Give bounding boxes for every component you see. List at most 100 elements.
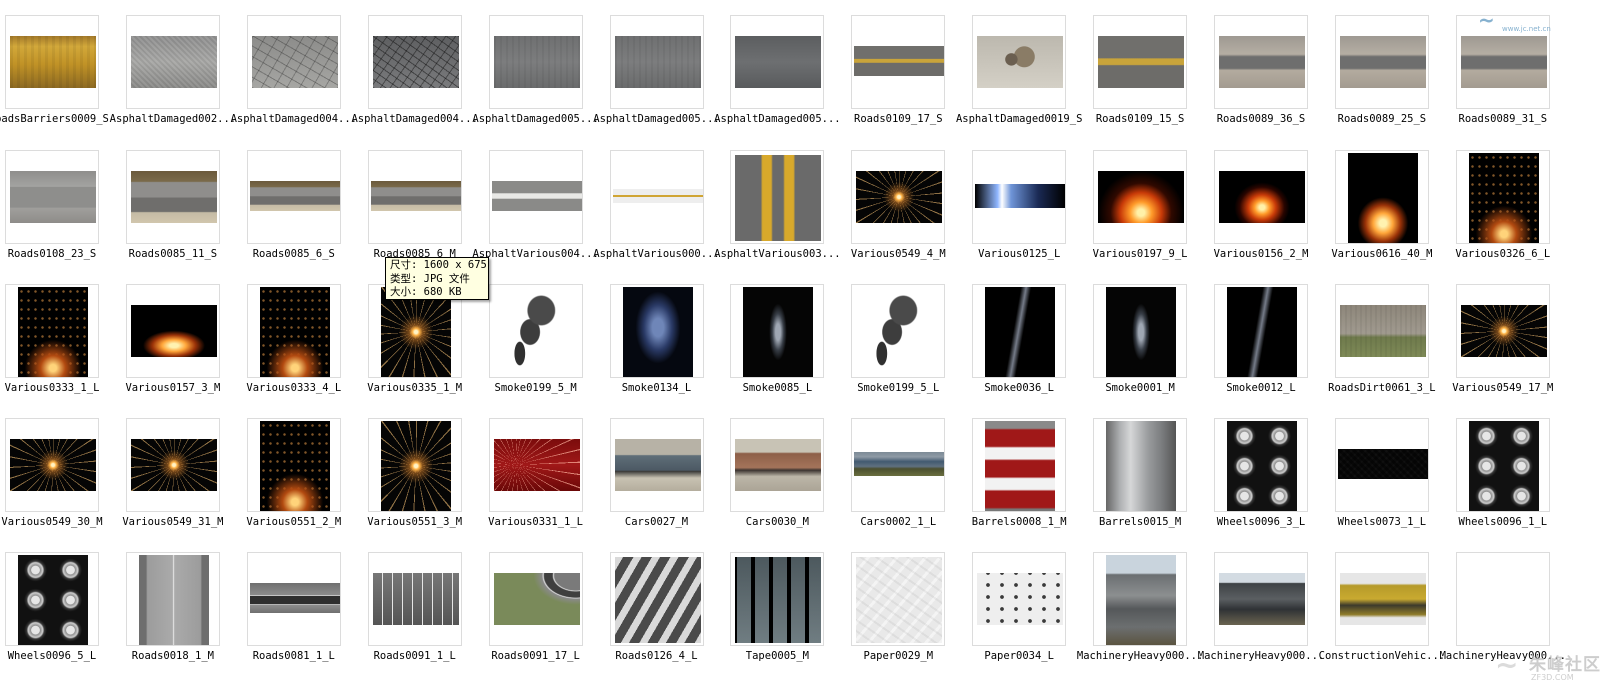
thumbnail-frame: [1093, 15, 1188, 109]
thumbnail-image: [10, 439, 96, 491]
file-item[interactable]: AsphaltDamaged004...: [218, 0, 357, 130]
file-item[interactable]: Various0326_6_L: [1427, 135, 1553, 265]
file-item[interactable]: ConstructionVehic...: [1306, 537, 1445, 667]
file-item[interactable]: AsphaltVarious004...: [460, 135, 599, 265]
file-item[interactable]: Various0333_4_L: [218, 269, 344, 399]
file-item[interactable]: Smoke0085_L: [701, 269, 827, 399]
file-item[interactable]: Roads0091_17_L: [460, 537, 586, 667]
file-item[interactable]: Smoke0012_L: [1185, 269, 1311, 399]
file-item[interactable]: Cars0030_M: [701, 403, 827, 533]
file-item[interactable]: Roads0126_4_L: [581, 537, 707, 667]
thumbnail-image: [1468, 421, 1539, 511]
thumbnail-frame: [488, 418, 583, 512]
thumbnail-frame: [5, 15, 99, 109]
file-info-tooltip: 尺寸: 1600 x 675 类型: JPG 文件 大小: 680 KB: [385, 257, 489, 300]
file-item[interactable]: AsphaltVarious003...: [701, 135, 841, 265]
file-item[interactable]: Various0549_4_M: [822, 135, 948, 265]
file-item[interactable]: Smoke0036_L: [943, 269, 1069, 399]
thumbnail-frame: [730, 150, 825, 244]
file-item[interactable]: AsphaltDamaged002...: [97, 0, 236, 130]
file-item[interactable]: Cars0002_1_L: [822, 403, 948, 533]
file-item[interactable]: Roads0109_17_S: [822, 0, 948, 130]
file-item[interactable]: Roads0089_36_S: [1185, 0, 1311, 130]
file-item[interactable]: Various0331_1_L: [460, 403, 586, 533]
file-item[interactable]: MachineryHeavy000...: [1185, 537, 1324, 667]
thumbnail-image: [856, 289, 943, 375]
file-item[interactable]: Various0333_1_L: [0, 269, 102, 399]
file-item[interactable]: Various0157_3_M: [97, 269, 223, 399]
thumbnail-frame: [972, 284, 1067, 378]
file-item[interactable]: Smoke0134_L: [581, 269, 707, 399]
file-item[interactable]: RoadsDirt0061_3_L: [1306, 269, 1436, 399]
file-item[interactable]: Barrels0015_M: [1064, 403, 1190, 533]
thumbnail-frame: [488, 284, 583, 378]
file-item[interactable]: Roads0018_1_M: [97, 537, 223, 667]
thumbnail-image: [259, 287, 330, 377]
file-item[interactable]: Cars0027_M: [581, 403, 707, 533]
file-item[interactable]: Roads0085_11_S: [97, 135, 223, 265]
thumbnail-image: [1339, 305, 1426, 357]
file-item[interactable]: MachineryHeavy000...: [1064, 537, 1203, 667]
file-item[interactable]: Wheels0096_5_L: [0, 537, 102, 667]
file-item[interactable]: Paper0034_L: [943, 537, 1069, 667]
file-item[interactable]: Various0549_17_M: [1427, 269, 1553, 399]
file-item[interactable]: Roads0085_6_S: [218, 135, 344, 265]
thumbnail-frame: [972, 15, 1067, 109]
thumbnail-frame: [488, 15, 583, 109]
file-item[interactable]: Various0549_30_M: [0, 403, 103, 533]
file-item[interactable]: Roads0091_1_L: [339, 537, 465, 667]
thumbnail-frame: [246, 284, 341, 378]
file-item[interactable]: AsphaltDamaged005...: [581, 0, 720, 130]
file-item[interactable]: Roads0089_25_S: [1306, 0, 1432, 130]
thumbnail-frame: [246, 150, 341, 244]
thumbnail-image: [1339, 36, 1426, 88]
thumbnail-frame: [125, 150, 220, 244]
file-item[interactable]: AsphaltDamaged005...: [460, 0, 599, 130]
thumbnail-frame: [972, 552, 1067, 646]
file-item[interactable]: Wheels0096_1_L: [1427, 403, 1553, 533]
file-item[interactable]: oadsBarriers0009_S: [0, 0, 109, 130]
thumbnail-image: [985, 421, 1056, 511]
thumbnail-frame: [1334, 552, 1429, 646]
file-name-label: Roads0089_31_S: [1458, 113, 1548, 125]
file-item[interactable]: Various0551_2_M: [218, 403, 344, 533]
file-item[interactable]: Wheels0096_3_L: [1185, 403, 1311, 533]
file-item[interactable]: Barrels0008_1_M: [943, 403, 1069, 533]
file-item[interactable]: AsphaltDamaged004...: [339, 0, 478, 130]
thumbnail-image: [1227, 421, 1297, 511]
thumbnail-frame: [125, 15, 220, 109]
file-item[interactable]: Smoke0199_5_L: [822, 269, 948, 399]
file-item[interactable]: Various0551_3_M: [339, 403, 465, 533]
thumbnail-frame: [1214, 284, 1308, 378]
file-item[interactable]: Roads0085_6_M: [339, 135, 465, 265]
file-item[interactable]: Smoke0001_M: [1064, 269, 1190, 399]
file-item[interactable]: Roads0109_15_S: [1064, 0, 1190, 130]
thumbnail-image: [130, 171, 217, 223]
file-item[interactable]: Various0616_40_M: [1306, 135, 1432, 265]
file-item[interactable]: Various0197_9_L: [1064, 135, 1190, 265]
thumbnail-frame: [1214, 150, 1308, 244]
file-item[interactable]: Various0125_L: [943, 135, 1069, 265]
file-item[interactable]: Various0156_2_M: [1185, 135, 1311, 265]
thumbnail-image: [854, 452, 945, 476]
file-item[interactable]: Roads0081_1_L: [218, 537, 344, 667]
file-item[interactable]: AsphaltDamaged005...: [701, 0, 841, 130]
thumbnail-image: [735, 36, 822, 88]
watermark-text: 朱峰社区: [1529, 655, 1601, 675]
file-name-label: Various0326_6_L: [1455, 248, 1551, 260]
file-item[interactable]: Paper0029_M: [822, 537, 948, 667]
file-item[interactable]: Tape0005_M: [701, 537, 827, 667]
file-item[interactable]: Roads0108_23_S: [0, 135, 102, 265]
thumbnail-frame: [1093, 552, 1188, 646]
file-name-label: Wheels0096_1_L: [1458, 516, 1548, 528]
thumbnail-frame: [1334, 15, 1429, 109]
file-item[interactable]: Wheels0073_1_L: [1306, 403, 1432, 533]
thumbnail-image: [249, 583, 340, 613]
thumbnail-image: [380, 287, 451, 377]
file-item[interactable]: Various0549_31_M: [97, 403, 223, 533]
file-item[interactable]: AsphaltVarious000...: [581, 135, 720, 265]
thumbnail-frame: [730, 418, 825, 512]
thumbnail-image: [372, 573, 459, 625]
thumbnail-frame: [1455, 552, 1550, 646]
file-item[interactable]: AsphaltDamaged0019_S: [943, 0, 1082, 130]
